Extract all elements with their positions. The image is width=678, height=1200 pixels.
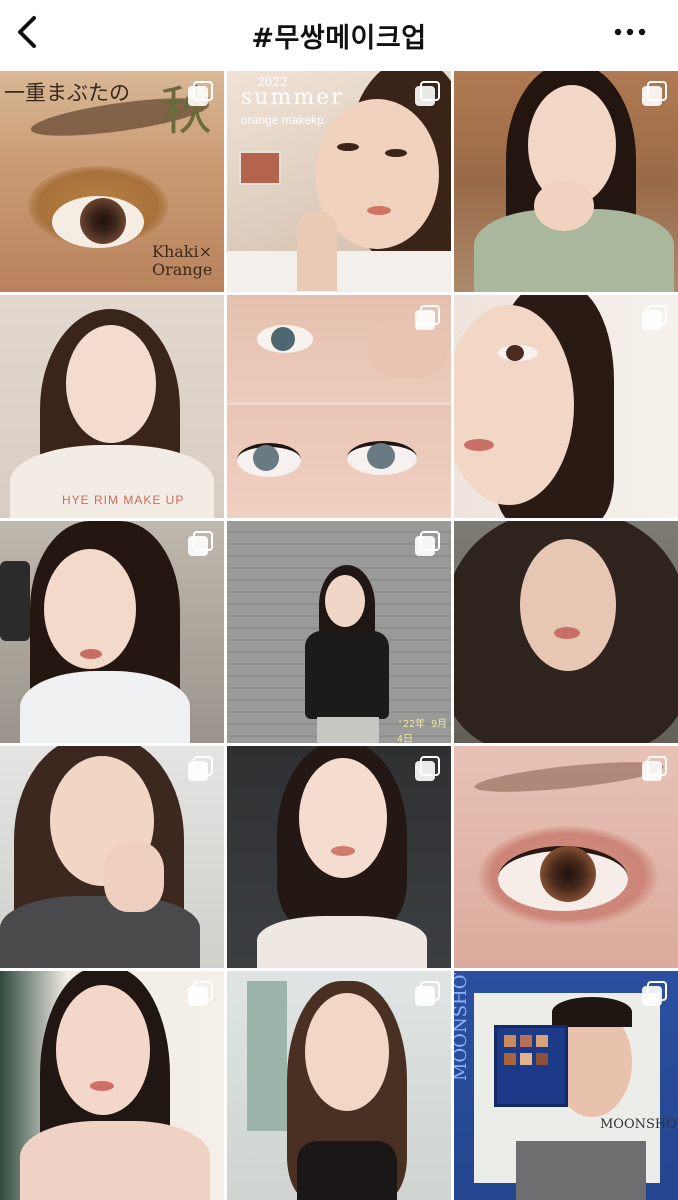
post-thumbnail[interactable]	[454, 521, 678, 743]
more-options-button[interactable]	[612, 20, 648, 44]
post-caption-title: summer	[241, 85, 344, 110]
post-caption-side: MOONSHOT	[454, 971, 471, 1081]
post-thumbnail[interactable]	[454, 71, 678, 292]
post-thumbnail[interactable]	[227, 971, 451, 1200]
post-thumbnail[interactable]: HYE RIM MAKE UP	[0, 295, 224, 518]
multiple-photos-icon	[642, 756, 668, 782]
post-caption: 一重まぶたの	[4, 81, 130, 105]
top-bar: #무쌍메이크업	[0, 0, 678, 68]
multiple-photos-icon	[415, 81, 441, 107]
post-thumbnail[interactable]	[0, 746, 224, 968]
post-thumbnail[interactable]: '22年 9月4日	[227, 521, 451, 743]
multiple-photos-icon	[642, 81, 668, 107]
post-thumbnail[interactable]	[0, 521, 224, 743]
more-horizontal-icon	[614, 28, 646, 36]
multiple-photos-icon	[415, 305, 441, 331]
multiple-photos-icon	[188, 756, 214, 782]
post-thumbnail[interactable]	[227, 295, 451, 518]
multiple-photos-icon	[642, 981, 668, 1007]
multiple-photos-icon	[188, 981, 214, 1007]
post-thumbnail[interactable]	[454, 295, 678, 518]
multiple-photos-icon	[415, 756, 441, 782]
post-caption-bottom: HYE RIM MAKE UP	[62, 493, 185, 507]
multiple-photos-icon	[415, 531, 441, 557]
hashtag-post-grid: 一重まぶたの 秋 Khaki× Orange 2022 summer orang…	[0, 71, 678, 1200]
post-thumbnail[interactable]	[227, 746, 451, 968]
post-thumbnail[interactable]	[454, 746, 678, 968]
post-caption-sub: orange makekp.	[241, 113, 328, 127]
post-caption-date: '22年 9月4日	[397, 719, 448, 743]
post-thumbnail[interactable]: 2022 summer orange makekp.	[227, 71, 451, 292]
post-caption-bottom: Khaki× Orange	[152, 242, 213, 279]
multiple-photos-icon	[188, 81, 214, 107]
post-thumbnail[interactable]: 一重まぶたの 秋 Khaki× Orange	[0, 71, 224, 292]
page-title: #무쌍메이크업	[251, 23, 427, 54]
post-caption-brand: MOONSHOT	[600, 1117, 678, 1132]
post-thumbnail[interactable]: MOONSHOT MOONSHOT	[454, 971, 678, 1200]
multiple-photos-icon	[415, 981, 441, 1007]
multiple-photos-icon	[188, 531, 214, 557]
multiple-photos-icon	[642, 305, 668, 331]
post-thumbnail[interactable]	[0, 971, 224, 1200]
